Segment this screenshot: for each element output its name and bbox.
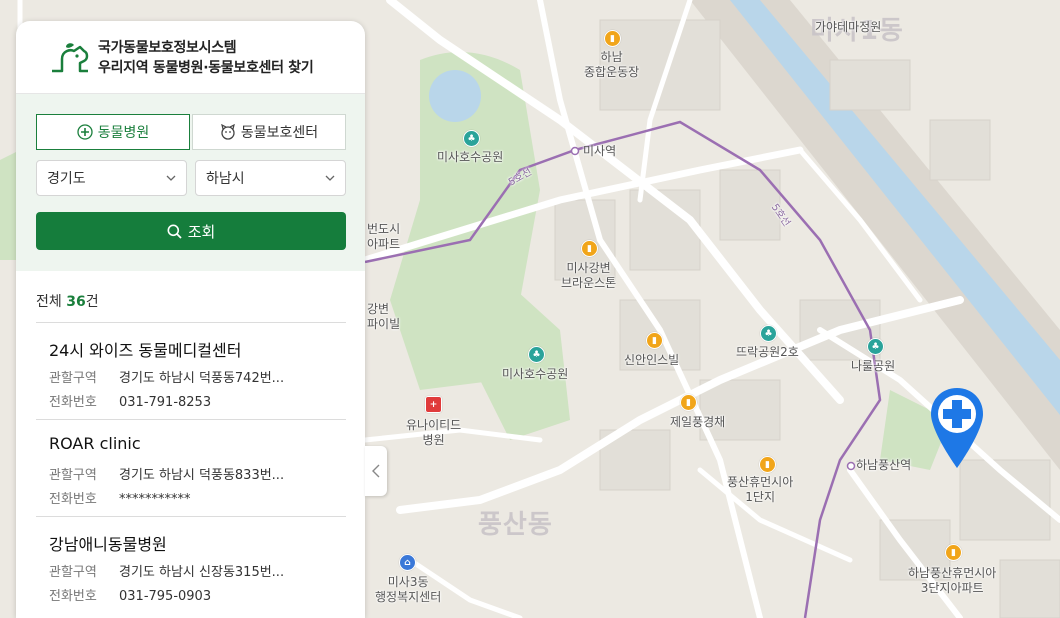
list-item[interactable]: 24시 와이즈 동물메디컬센터 관할구역 경기도 하남시 덕풍동742번... 전… — [36, 322, 346, 419]
district-label: 풍산동 — [478, 510, 553, 540]
place-label[interactable]: 미사3동 행정복지센터 — [375, 575, 441, 605]
tab-label: 동물병원 — [97, 125, 150, 141]
phone-row: 전화번호 031-791-8253 — [49, 391, 211, 410]
result-count-prefix: 전체 — [36, 294, 62, 310]
station-label[interactable]: 하남풍산역 — [856, 458, 911, 473]
place-label[interactable]: 유나이티드 병원 — [406, 418, 461, 448]
building-icon: ▮ — [646, 332, 663, 349]
building-icon: ▮ — [945, 544, 962, 561]
chevron-down-icon — [166, 175, 176, 181]
place-label[interactable]: 풍산휴먼시아 1단지 — [727, 475, 793, 505]
station-label[interactable]: 미사역 — [583, 144, 616, 159]
panel-header: 국가동물보호정보시스템 우리지역 동물병원·동물보호센터 찾기 — [16, 21, 365, 94]
district-value: 경기도 하남시 신장동315번... — [119, 565, 285, 580]
chevron-left-icon — [372, 464, 380, 478]
phone-label: 전화번호 — [49, 395, 97, 410]
place-label[interactable]: 하남 종합운동장 — [584, 50, 639, 80]
place-label[interactable]: 신안인스빌 — [624, 353, 679, 368]
province-value: 경기도 — [47, 171, 86, 187]
building-icon: ▮ — [604, 30, 621, 47]
building-icon: ▮ — [680, 394, 697, 411]
place-label[interactable]: 번도시 아파트 — [367, 222, 400, 252]
province-select[interactable]: 경기도 — [36, 160, 187, 196]
building-icon: ▮ — [759, 456, 776, 473]
place-label[interactable]: 미사호수공원 — [502, 367, 568, 382]
place-label[interactable]: 제일풍경채 — [670, 415, 725, 430]
district-row: 관할구역 경기도 하남시 덕풍동833번... — [49, 464, 284, 483]
phone-row: 전화번호 031-795-0903 — [49, 585, 211, 604]
park-icon: ♣ — [760, 325, 777, 342]
park-icon: ♣ — [463, 130, 480, 147]
place-label[interactable]: 강변 파이빌 — [367, 302, 400, 332]
hospital-name: 24시 와이즈 동물메디컬센터 — [49, 341, 242, 360]
page-title: 우리지역 동물병원·동물보호센터 찾기 — [98, 60, 314, 76]
result-list: 24시 와이즈 동물메디컬센터 관할구역 경기도 하남시 덕풍동742번... 전… — [36, 322, 346, 613]
city-value: 하남시 — [206, 171, 245, 187]
result-count-suffix: 건 — [85, 294, 99, 310]
result-count-number: 36 — [66, 294, 86, 310]
search-panel: 국가동물보호정보시스템 우리지역 동물병원·동물보호센터 찾기 동물병원 동물보… — [16, 21, 365, 618]
phone-value: 031-791-8253 — [119, 395, 212, 410]
building-icon: ▮ — [581, 240, 598, 257]
hospital-icon: + — [425, 396, 442, 413]
search-button-label: 조회 — [187, 222, 216, 241]
government-office-icon: ⌂ — [399, 554, 416, 571]
hospital-name: ROAR clinic — [49, 434, 141, 453]
dog-face-icon — [220, 124, 235, 140]
system-title: 국가동물보호정보시스템 — [98, 40, 237, 56]
place-label[interactable]: 미사호수공원 — [437, 150, 503, 165]
place-label[interactable]: 미사강변 브라운스톤 — [561, 261, 616, 291]
district-label: 관할구역 — [49, 565, 97, 580]
lake — [429, 70, 481, 122]
subway-station-dot — [846, 461, 856, 471]
search-filters: 동물병원 동물보호센터 경기도 하남시 조회 — [16, 94, 365, 271]
selected-location-pin-icon[interactable] — [929, 386, 985, 472]
place-label[interactable]: 가야테마정원 — [815, 20, 881, 35]
phone-value: *********** — [119, 492, 191, 507]
city-select[interactable]: 하남시 — [195, 160, 346, 196]
hospital-name: 강남애니동물병원 — [49, 535, 167, 554]
place-label[interactable]: 뜨락공원2호 — [736, 345, 799, 360]
park-icon: ♣ — [528, 346, 545, 363]
district-label: 관할구역 — [49, 371, 97, 386]
hospital-cross-icon — [77, 124, 93, 140]
park-icon: ♣ — [867, 338, 884, 355]
phone-row: 전화번호 *********** — [49, 488, 191, 507]
chevron-down-icon — [325, 175, 335, 181]
dog-logo-icon — [52, 43, 89, 73]
search-button[interactable]: 조회 — [36, 212, 346, 250]
list-item[interactable]: 강남애니동물병원 관할구역 경기도 하남시 신장동315번... 전화번호 031-… — [36, 516, 346, 613]
collapse-panel-button[interactable] — [365, 446, 387, 496]
subway-station-dot — [570, 146, 580, 156]
phone-value: 031-795-0903 — [119, 589, 212, 604]
tab-animal-hospital[interactable]: 동물병원 — [36, 114, 190, 150]
phone-label: 전화번호 — [49, 589, 97, 604]
district-row: 관할구역 경기도 하남시 덕풍동742번... — [49, 367, 284, 386]
place-label[interactable]: 나룰공원 — [851, 359, 895, 374]
tab-label: 동물보호센터 — [240, 125, 319, 141]
list-item[interactable]: ROAR clinic 관할구역 경기도 하남시 덕풍동833번... 전화번호 *… — [36, 419, 346, 516]
district-label: 관할구역 — [49, 468, 97, 483]
search-icon — [167, 224, 182, 239]
district-value: 경기도 하남시 덕풍동742번... — [119, 371, 285, 386]
district-value: 경기도 하남시 덕풍동833번... — [119, 468, 285, 483]
result-count: 전체 36건 — [36, 291, 99, 311]
place-label[interactable]: 하남풍산휴먼시아 3단지아파트 — [908, 566, 996, 596]
district-row: 관할구역 경기도 하남시 신장동315번... — [49, 561, 284, 580]
tab-animal-shelter[interactable]: 동물보호센터 — [192, 114, 346, 150]
phone-label: 전화번호 — [49, 492, 97, 507]
